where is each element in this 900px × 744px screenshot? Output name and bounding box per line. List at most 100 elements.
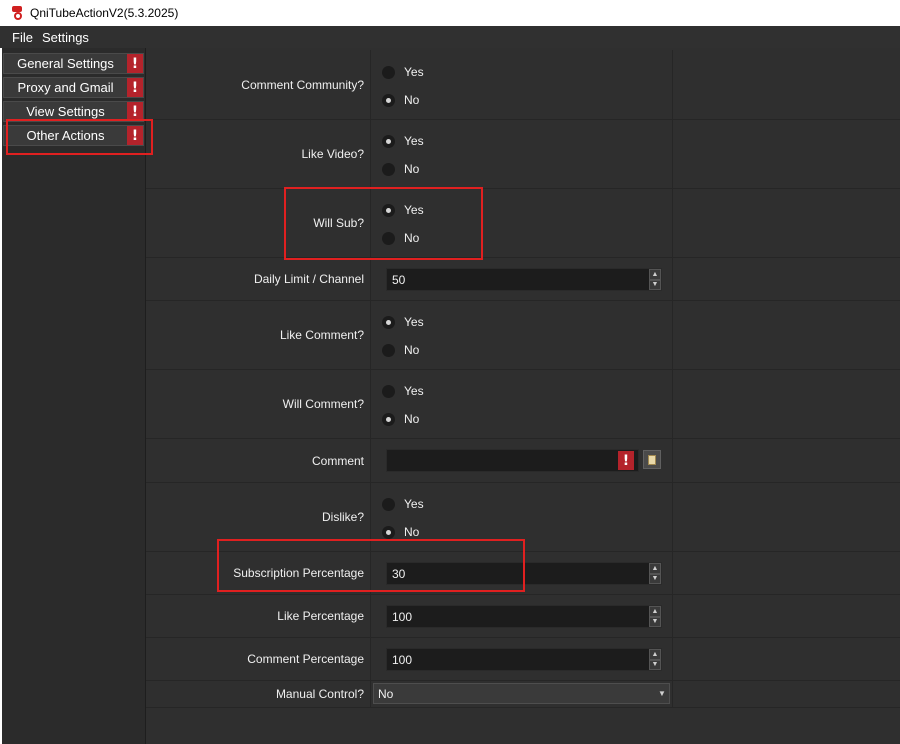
like-percentage-spinbox[interactable]: 100 ▲ ▼ <box>386 605 662 628</box>
row-comment-community: Comment Community? Yes No <box>146 50 900 120</box>
spinbox-arrows: ▲ ▼ <box>649 606 661 627</box>
spin-up-icon[interactable]: ▲ <box>649 649 661 660</box>
comment-percentage-cell: 100 ▲ ▼ <box>372 638 673 680</box>
radio-label: Yes <box>404 134 424 148</box>
spinbox-value: 100 <box>392 609 413 624</box>
spin-down-icon[interactable]: ▼ <box>649 279 661 290</box>
radio-label: No <box>404 93 420 107</box>
spin-down-icon[interactable]: ▼ <box>649 616 661 627</box>
label-comment: Comment <box>146 439 371 482</box>
spin-up-icon[interactable]: ▲ <box>649 606 661 617</box>
daily-limit-cell: 50 ▲ ▼ <box>372 258 673 300</box>
spin-down-icon[interactable]: ▼ <box>649 659 661 670</box>
radio-label: Yes <box>404 65 424 79</box>
comment-input[interactable]: ! <box>386 449 639 472</box>
document-icon <box>648 454 656 465</box>
radio-option-yes[interactable]: Yes <box>382 134 424 148</box>
highlight-will-sub <box>284 187 483 260</box>
spinbox-value: 100 <box>392 652 413 667</box>
sidebar-item-label: General Settings <box>17 56 114 71</box>
radio-button[interactable] <box>382 384 395 398</box>
row-comment-percentage: Comment Percentage 100 ▲ ▼ <box>146 638 900 681</box>
exclamation-icon: ! <box>127 54 143 73</box>
radio-option-yes[interactable]: Yes <box>382 384 424 398</box>
app-icon <box>12 6 24 20</box>
label-daily-limit: Daily Limit / Channel <box>146 258 371 300</box>
daily-limit-spinbox[interactable]: 50 ▲ ▼ <box>386 268 662 291</box>
label-like-percentage: Like Percentage <box>146 595 371 637</box>
radio-label: No <box>404 343 420 357</box>
like-percentage-cell: 100 ▲ ▼ <box>372 595 673 637</box>
radio-button[interactable] <box>382 497 395 511</box>
radio-label: No <box>404 525 420 539</box>
label-comment-percentage: Comment Percentage <box>146 638 371 680</box>
radio-group-like-comment: Yes No <box>372 301 673 369</box>
label-manual-control: Manual Control? <box>146 681 371 707</box>
comment-cell: ! <box>372 439 673 482</box>
radio-button[interactable] <box>382 343 395 357</box>
spinbox-arrows: ▲ ▼ <box>649 563 661 584</box>
radio-label: No <box>404 412 420 426</box>
radio-group-like-video: Yes No <box>372 120 673 188</box>
radio-button[interactable] <box>382 65 395 79</box>
menu-file[interactable]: File <box>0 30 40 45</box>
spin-up-icon[interactable]: ▲ <box>649 269 661 280</box>
spinbox-value: 50 <box>392 272 406 287</box>
select-value: No <box>378 686 394 701</box>
radio-option-yes[interactable]: Yes <box>382 65 424 79</box>
radio-button[interactable] <box>382 134 395 148</box>
row-like-video: Like Video? Yes No <box>146 120 900 189</box>
highlight-subscription-percentage <box>217 539 525 592</box>
row-will-sub: Will Sub? Yes No <box>146 189 900 258</box>
radio-option-yes[interactable]: Yes <box>382 315 424 329</box>
radio-option-no[interactable]: No <box>382 525 419 539</box>
window-title: QniTubeActionV2(5.3.2025) <box>30 6 179 20</box>
settings-panel: Comment Community? Yes No Like Video? Ye… <box>146 48 900 744</box>
highlight-other-actions <box>6 119 153 155</box>
sidebar-item-label: View Settings <box>26 104 105 119</box>
spin-up-icon[interactable]: ▲ <box>649 563 661 574</box>
menu-bar: File Settings <box>0 26 900 48</box>
radio-button[interactable] <box>382 525 395 539</box>
radio-button[interactable] <box>382 93 395 107</box>
spinbox-arrows: ▲ ▼ <box>649 269 661 290</box>
radio-button[interactable] <box>382 315 395 329</box>
radio-option-no[interactable]: No <box>382 412 419 426</box>
row-comment: Comment ! <box>146 439 900 483</box>
radio-group-will-comment: Yes No <box>372 370 673 438</box>
row-daily-limit: Daily Limit / Channel 50 ▲ ▼ <box>146 258 900 301</box>
row-like-comment: Like Comment? Yes No <box>146 301 900 370</box>
spinbox-arrows: ▲ ▼ <box>649 649 661 670</box>
row-will-comment: Will Comment? Yes No <box>146 370 900 439</box>
sidebar-item-general-settings[interactable]: General Settings ! <box>3 53 144 74</box>
row-like-percentage: Like Percentage 100 ▲ ▼ <box>146 595 900 638</box>
manual-control-cell: No ▼ <box>372 681 673 707</box>
comment-percentage-spinbox[interactable]: 100 ▲ ▼ <box>386 648 662 671</box>
label-like-comment: Like Comment? <box>146 301 371 369</box>
radio-option-no[interactable]: No <box>382 343 419 357</box>
label-will-comment: Will Comment? <box>146 370 371 438</box>
radio-group-comment-community: Yes No <box>372 50 673 119</box>
radio-option-no[interactable]: No <box>382 162 419 176</box>
radio-label: Yes <box>404 497 424 511</box>
sidebar-item-label: Proxy and Gmail <box>17 80 114 95</box>
radio-button[interactable] <box>382 162 395 176</box>
title-bar: QniTubeActionV2(5.3.2025) <box>0 0 900 26</box>
manual-control-select[interactable]: No ▼ <box>373 683 670 704</box>
label-comment-community: Comment Community? <box>146 50 371 119</box>
open-file-button[interactable] <box>643 450 661 469</box>
menu-settings[interactable]: Settings <box>40 30 96 45</box>
chevron-down-icon: ▼ <box>658 689 666 698</box>
radio-option-no[interactable]: No <box>382 93 419 107</box>
spin-down-icon[interactable]: ▼ <box>649 573 661 584</box>
radio-label: Yes <box>404 384 424 398</box>
exclamation-icon: ! <box>127 78 143 97</box>
radio-label: Yes <box>404 315 424 329</box>
label-like-video: Like Video? <box>146 120 371 188</box>
radio-option-yes[interactable]: Yes <box>382 497 424 511</box>
radio-label: No <box>404 162 420 176</box>
exclamation-icon: ! <box>618 451 634 470</box>
radio-button[interactable] <box>382 412 395 426</box>
row-manual-control: Manual Control? No ▼ <box>146 681 900 708</box>
sidebar-item-proxy-and-gmail[interactable]: Proxy and Gmail ! <box>3 77 144 98</box>
